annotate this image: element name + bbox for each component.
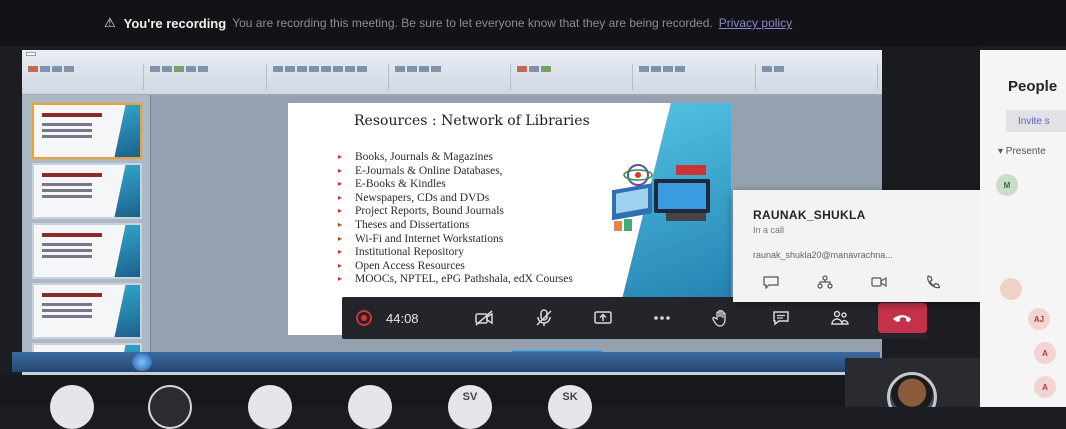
avatar[interactable]: AJ — [1028, 308, 1050, 330]
privacy-policy-link[interactable]: Privacy policy — [719, 16, 792, 30]
participant-avatar[interactable] — [50, 385, 94, 429]
slide-bullet: Institutional Repository — [338, 246, 573, 260]
video-call-icon[interactable] — [855, 272, 903, 292]
presenters-section-header[interactable]: ▾ Presente — [998, 146, 1046, 157]
chat-icon[interactable] — [747, 272, 795, 292]
people-panel: People Invite s ▾ Presente M AJ A A — [980, 50, 1066, 407]
participant-strip: SV SK SK — [0, 375, 980, 429]
powerpoint-ribbon — [22, 50, 882, 95]
slide-bullet-list: Books, Journals & Magazines E-Journals &… — [338, 151, 573, 287]
call-timer: 44:08 — [386, 310, 419, 326]
raise-hand-icon[interactable] — [692, 297, 751, 339]
org-chart-icon[interactable] — [801, 272, 849, 292]
slide-thumbnails — [22, 95, 151, 375]
contact-name: RAUNAK_SHUKLA — [753, 208, 866, 222]
more-icon[interactable] — [633, 297, 692, 339]
slide-bullet: E-Journals & Online Databases, — [338, 165, 573, 179]
mic-off-icon[interactable] — [514, 297, 573, 339]
avatar[interactable]: A — [1034, 342, 1056, 364]
participant-avatar[interactable]: SV — [448, 385, 492, 429]
participant-video — [887, 372, 937, 407]
invite-button[interactable]: Invite s — [1006, 110, 1066, 132]
hang-up-icon — [893, 315, 912, 322]
chat-icon[interactable] — [751, 297, 810, 339]
warning-icon: ⚠ — [104, 15, 116, 30]
people-icon[interactable] — [810, 297, 869, 339]
slide-bullet: Books, Journals & Magazines — [338, 151, 573, 165]
avatar[interactable]: M — [996, 174, 1018, 196]
slide-bullet: MOOCs, NPTEL, ePG Pathshala, edX Courses — [338, 273, 573, 287]
slide-bullet: Newspapers, CDs and DVDs — [338, 192, 573, 206]
recording-indicator-icon — [356, 310, 372, 326]
recording-timer: 44:08 — [342, 310, 455, 326]
people-panel-title: People — [1008, 78, 1058, 95]
participant-avatar[interactable] — [348, 385, 392, 429]
contact-status: In a call — [753, 225, 785, 235]
slide-bullet: Project Reports, Bound Journals — [338, 205, 573, 219]
slide-thumbnail[interactable] — [32, 163, 142, 219]
hang-up-button[interactable] — [877, 303, 928, 333]
avatar[interactable] — [1000, 278, 1022, 300]
slide-thumbnail[interactable] — [32, 283, 142, 339]
contact-email[interactable]: raunak_shukla20@manavrachna... — [753, 250, 893, 260]
call-control-bar: 44:08 — [342, 297, 928, 339]
slide-bullet: E-Books & Kindles — [338, 178, 573, 192]
slide-clipart-image — [612, 164, 710, 231]
slide-bullet: Open Access Resources — [338, 260, 573, 274]
camera-off-icon[interactable] — [455, 297, 514, 339]
phone-call-icon[interactable] — [909, 272, 957, 292]
slide-thumbnail[interactable] — [32, 223, 142, 279]
slide-thumbnail[interactable] — [32, 103, 142, 159]
recording-message: You are recording this meeting. Be sure … — [232, 16, 713, 30]
contact-actions — [747, 272, 957, 292]
participant-video-tile[interactable] — [845, 358, 980, 407]
participant-avatar[interactable]: SK — [548, 385, 592, 429]
slide-title: Resources : Network of Libraries — [354, 113, 590, 129]
start-icon — [132, 353, 152, 371]
recording-title: You're recording — [123, 15, 227, 31]
remote-taskbar — [12, 352, 880, 372]
slide-bullet: Theses and Dissertations — [338, 219, 573, 233]
participant-avatar[interactable] — [248, 385, 292, 429]
participant-avatar[interactable] — [148, 385, 192, 429]
slide-bullet: Wi-Fi and Internet Workstations — [338, 233, 573, 247]
share-screen-icon[interactable] — [573, 297, 632, 339]
recording-banner: ⚠ You're recording You are recording thi… — [0, 0, 1066, 46]
avatar[interactable]: A — [1034, 376, 1056, 398]
